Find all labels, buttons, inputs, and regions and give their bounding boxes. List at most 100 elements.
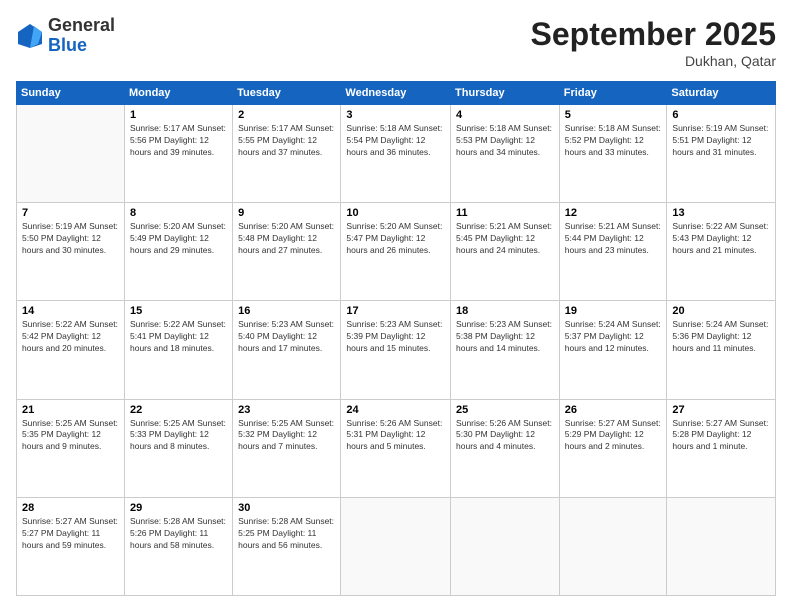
calendar-cell: 24 Sunrise: 5:26 AM Sunset: 5:31 PM Dayli… bbox=[341, 399, 451, 497]
calendar-cell: 30 Sunrise: 5:28 AM Sunset: 5:25 PM Dayli… bbox=[233, 497, 341, 595]
calendar-cell: 5Sunrise: 5:18 AM Sunset: 5:52 PM Daylig… bbox=[559, 105, 667, 203]
day-info: Sunrise: 5:20 AM Sunset: 5:49 PM Dayligh… bbox=[130, 221, 227, 257]
day-number: 3 bbox=[346, 109, 445, 121]
day-number: 22 bbox=[130, 404, 227, 416]
calendar-cell bbox=[667, 497, 776, 595]
day-info: Sunrise: 5:20 AM Sunset: 5:47 PM Dayligh… bbox=[346, 221, 445, 257]
logo-general-text: General bbox=[48, 15, 115, 35]
calendar-week-row: 1 Sunrise: 5:17 AM Sunset: 5:56 PM Daylig… bbox=[17, 105, 776, 203]
day-number: 30 bbox=[238, 502, 335, 514]
day-number: 15 bbox=[130, 305, 227, 317]
calendar-cell: 11 Sunrise: 5:21 AM Sunset: 5:45 PM Dayli… bbox=[451, 203, 560, 301]
day-number: 18 bbox=[456, 305, 554, 317]
header: General Blue September 2025 Dukhan, Qata… bbox=[16, 16, 776, 69]
day-number: 21 bbox=[22, 404, 119, 416]
location: Dukhan, Qatar bbox=[531, 53, 776, 69]
month-title: September 2025 bbox=[531, 16, 776, 53]
calendar-week-row: 7 Sunrise: 5:19 AM Sunset: 5:50 PM Daylig… bbox=[17, 203, 776, 301]
day-info: Sunrise: 5:20 AM Sunset: 5:48 PM Dayligh… bbox=[238, 221, 335, 257]
day-number: 8 bbox=[130, 207, 227, 219]
day-info: Sunrise: 5:23 AM Sunset: 5:39 PM Dayligh… bbox=[346, 319, 445, 355]
day-number: 13 bbox=[672, 207, 770, 219]
day-number: 23 bbox=[238, 404, 335, 416]
calendar-cell: 2Sunrise: 5:17 AM Sunset: 5:55 PM Daylig… bbox=[233, 105, 341, 203]
day-number: 5 bbox=[565, 109, 662, 121]
day-info: Sunrise: 5:23 AM Sunset: 5:38 PM Dayligh… bbox=[456, 319, 554, 355]
day-info: Sunrise: 5:25 AM Sunset: 5:32 PM Dayligh… bbox=[238, 418, 335, 454]
calendar-cell: 15 Sunrise: 5:22 AM Sunset: 5:41 PM Dayli… bbox=[124, 301, 232, 399]
logo: General Blue bbox=[16, 16, 115, 56]
col-header-thursday: Thursday bbox=[451, 82, 560, 105]
day-info: Sunrise: 5:22 AM Sunset: 5:43 PM Dayligh… bbox=[672, 221, 770, 257]
calendar-cell: 8 Sunrise: 5:20 AM Sunset: 5:49 PM Daylig… bbox=[124, 203, 232, 301]
col-header-sunday: Sunday bbox=[17, 82, 125, 105]
col-header-wednesday: Wednesday bbox=[341, 82, 451, 105]
col-header-tuesday: Tuesday bbox=[233, 82, 341, 105]
calendar-cell: 20Sunrise: 5:24 AM Sunset: 5:36 PM Dayli… bbox=[667, 301, 776, 399]
day-info: Sunrise: 5:19 AM Sunset: 5:51 PM Dayligh… bbox=[672, 123, 770, 159]
calendar-cell bbox=[559, 497, 667, 595]
day-info: Sunrise: 5:21 AM Sunset: 5:45 PM Dayligh… bbox=[456, 221, 554, 257]
calendar-cell: 4Sunrise: 5:18 AM Sunset: 5:53 PM Daylig… bbox=[451, 105, 560, 203]
page: General Blue September 2025 Dukhan, Qata… bbox=[0, 0, 792, 612]
calendar-cell: 7 Sunrise: 5:19 AM Sunset: 5:50 PM Daylig… bbox=[17, 203, 125, 301]
day-number: 27 bbox=[672, 404, 770, 416]
calendar-cell: 27Sunrise: 5:27 AM Sunset: 5:28 PM Dayli… bbox=[667, 399, 776, 497]
logo-icon bbox=[16, 22, 44, 50]
day-info: Sunrise: 5:24 AM Sunset: 5:37 PM Dayligh… bbox=[565, 319, 662, 355]
calendar-cell bbox=[451, 497, 560, 595]
day-info: Sunrise: 5:26 AM Sunset: 5:31 PM Dayligh… bbox=[346, 418, 445, 454]
calendar-cell: 21 Sunrise: 5:25 AM Sunset: 5:35 PM Dayli… bbox=[17, 399, 125, 497]
calendar-cell: 1 Sunrise: 5:17 AM Sunset: 5:56 PM Daylig… bbox=[124, 105, 232, 203]
day-info: Sunrise: 5:17 AM Sunset: 5:55 PM Dayligh… bbox=[238, 123, 335, 159]
day-number: 9 bbox=[238, 207, 335, 219]
calendar-cell: 25 Sunrise: 5:26 AM Sunset: 5:30 PM Dayli… bbox=[451, 399, 560, 497]
calendar-cell bbox=[17, 105, 125, 203]
day-number: 20 bbox=[672, 305, 770, 317]
calendar-cell: 17 Sunrise: 5:23 AM Sunset: 5:39 PM Dayli… bbox=[341, 301, 451, 399]
calendar-cell: 6 Sunrise: 5:19 AM Sunset: 5:51 PM Daylig… bbox=[667, 105, 776, 203]
day-info: Sunrise: 5:18 AM Sunset: 5:54 PM Dayligh… bbox=[346, 123, 445, 159]
day-number: 24 bbox=[346, 404, 445, 416]
day-number: 4 bbox=[456, 109, 554, 121]
day-number: 29 bbox=[130, 502, 227, 514]
day-info: Sunrise: 5:28 AM Sunset: 5:25 PM Dayligh… bbox=[238, 516, 335, 552]
day-number: 6 bbox=[672, 109, 770, 121]
day-number: 25 bbox=[456, 404, 554, 416]
calendar-week-row: 14 Sunrise: 5:22 AM Sunset: 5:42 PM Dayli… bbox=[17, 301, 776, 399]
calendar-cell: 19 Sunrise: 5:24 AM Sunset: 5:37 PM Dayli… bbox=[559, 301, 667, 399]
day-info: Sunrise: 5:17 AM Sunset: 5:56 PM Dayligh… bbox=[130, 123, 227, 159]
calendar-cell: 16 Sunrise: 5:23 AM Sunset: 5:40 PM Dayli… bbox=[233, 301, 341, 399]
calendar-cell: 28Sunrise: 5:27 AM Sunset: 5:27 PM Dayli… bbox=[17, 497, 125, 595]
day-number: 17 bbox=[346, 305, 445, 317]
day-number: 14 bbox=[22, 305, 119, 317]
day-info: Sunrise: 5:22 AM Sunset: 5:41 PM Dayligh… bbox=[130, 319, 227, 355]
calendar-cell: 13 Sunrise: 5:22 AM Sunset: 5:43 PM Dayli… bbox=[667, 203, 776, 301]
calendar-table: SundayMondayTuesdayWednesdayThursdayFrid… bbox=[16, 81, 776, 596]
day-number: 19 bbox=[565, 305, 662, 317]
day-number: 26 bbox=[565, 404, 662, 416]
day-number: 28 bbox=[22, 502, 119, 514]
calendar-cell: 29Sunrise: 5:28 AM Sunset: 5:26 PM Dayli… bbox=[124, 497, 232, 595]
calendar-week-row: 21 Sunrise: 5:25 AM Sunset: 5:35 PM Dayli… bbox=[17, 399, 776, 497]
col-header-friday: Friday bbox=[559, 82, 667, 105]
day-info: Sunrise: 5:22 AM Sunset: 5:42 PM Dayligh… bbox=[22, 319, 119, 355]
day-info: Sunrise: 5:25 AM Sunset: 5:35 PM Dayligh… bbox=[22, 418, 119, 454]
day-number: 11 bbox=[456, 207, 554, 219]
day-number: 1 bbox=[130, 109, 227, 121]
day-number: 7 bbox=[22, 207, 119, 219]
calendar-cell: 22 Sunrise: 5:25 AM Sunset: 5:33 PM Dayli… bbox=[124, 399, 232, 497]
day-info: Sunrise: 5:26 AM Sunset: 5:30 PM Dayligh… bbox=[456, 418, 554, 454]
day-info: Sunrise: 5:19 AM Sunset: 5:50 PM Dayligh… bbox=[22, 221, 119, 257]
calendar-cell: 18 Sunrise: 5:23 AM Sunset: 5:38 PM Dayli… bbox=[451, 301, 560, 399]
calendar-cell: 3 Sunrise: 5:18 AM Sunset: 5:54 PM Daylig… bbox=[341, 105, 451, 203]
day-info: Sunrise: 5:23 AM Sunset: 5:40 PM Dayligh… bbox=[238, 319, 335, 355]
calendar-cell bbox=[341, 497, 451, 595]
day-number: 16 bbox=[238, 305, 335, 317]
logo-blue-text: Blue bbox=[48, 35, 87, 55]
day-info: Sunrise: 5:21 AM Sunset: 5:44 PM Dayligh… bbox=[565, 221, 662, 257]
day-info: Sunrise: 5:25 AM Sunset: 5:33 PM Dayligh… bbox=[130, 418, 227, 454]
calendar-header-row: SundayMondayTuesdayWednesdayThursdayFrid… bbox=[17, 82, 776, 105]
calendar-cell: 26Sunrise: 5:27 AM Sunset: 5:29 PM Dayli… bbox=[559, 399, 667, 497]
col-header-monday: Monday bbox=[124, 82, 232, 105]
